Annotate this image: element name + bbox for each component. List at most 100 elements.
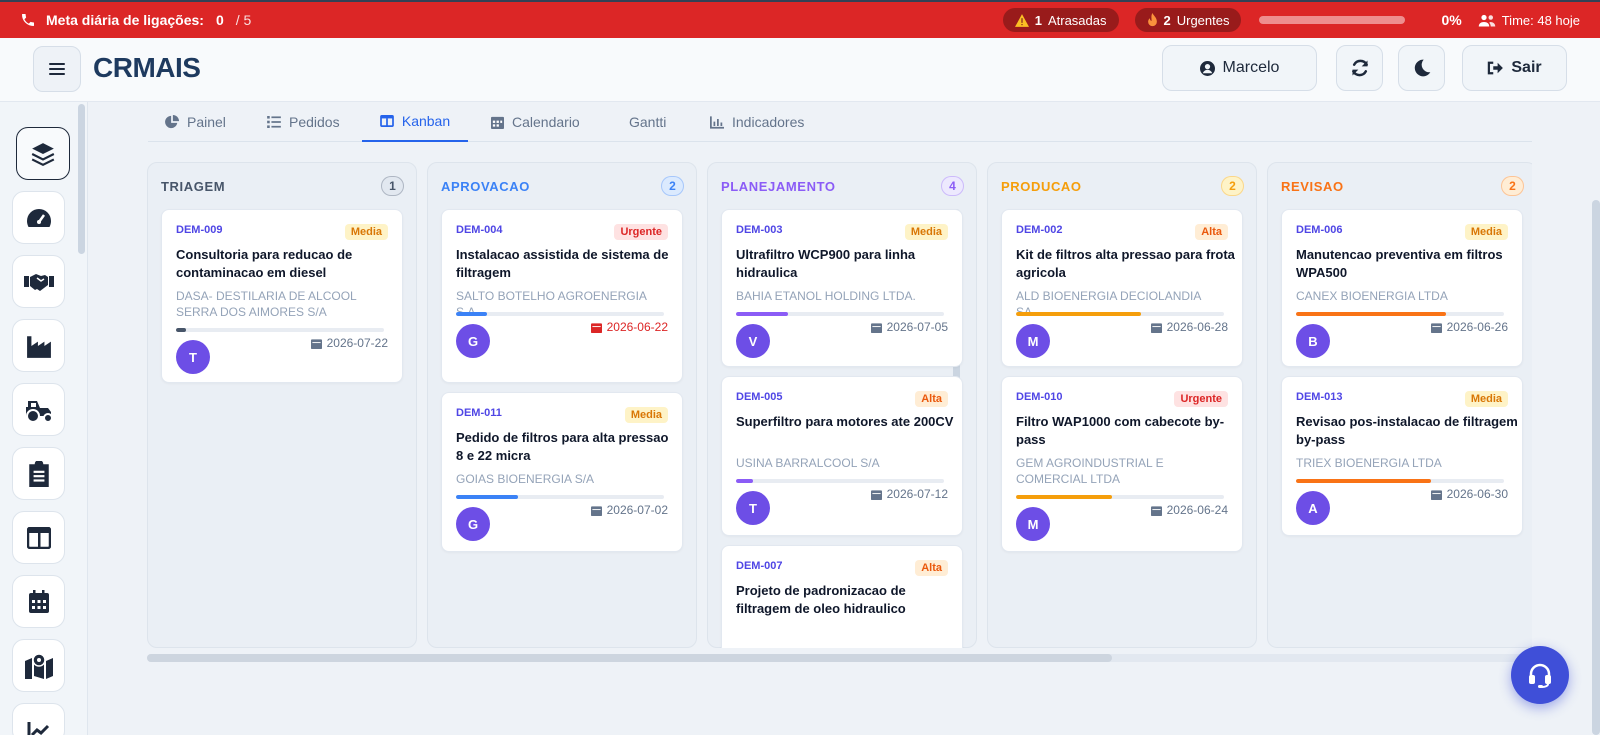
page-scrollbar[interactable] [1592, 200, 1600, 735]
handshake-icon [23, 273, 54, 291]
card-client: GEM AGROINDUSTRIAL E COMERCIAL LTDA [1016, 456, 1164, 486]
kanban-card[interactable]: DEM-006 Media Manutencao preventiva em fil… [1281, 209, 1523, 367]
column-count-badge: 2 [661, 176, 684, 196]
sidebar-item-dashboard[interactable] [12, 191, 65, 244]
view-tabs: Painel Pedidos Kanban Calendario Gantti … [148, 102, 1532, 142]
goal-label: Meta diária de ligações: [46, 12, 204, 28]
assignee-avatar[interactable]: V [736, 324, 770, 358]
column-count-badge: 4 [941, 176, 964, 196]
team-status: Time: 48 hoje [1478, 13, 1580, 28]
team-label: Time: 48 hoje [1501, 12, 1580, 28]
kanban-card[interactable]: DEM-011 Media Pedido de filtros para alta … [441, 392, 683, 552]
sidebar-item-board[interactable] [12, 511, 65, 564]
support-button[interactable] [1511, 646, 1569, 704]
calendar-icon [310, 338, 322, 349]
card-id: DEM-009 [176, 224, 223, 236]
assignee-avatar[interactable]: A [1296, 491, 1330, 525]
refresh-button[interactable] [1336, 45, 1383, 91]
priority-badge: Media [904, 224, 948, 240]
tractor-icon [25, 400, 53, 423]
card-id: DEM-003 [736, 224, 783, 236]
kanban-card[interactable]: DEM-007 Alta Projeto de padronizacao de fi… [721, 545, 963, 648]
tab-label: Gantti [629, 114, 667, 130]
gauge-icon [26, 208, 51, 227]
card-progress-fill [1016, 312, 1141, 316]
calendar-icon [28, 589, 49, 613]
calendar-icon [870, 489, 882, 500]
assignee-avatar[interactable]: G [456, 507, 490, 541]
kanban-board: TRIAGEM 1 DEM-009 Media Consultoria para red… [147, 162, 1532, 648]
sidebar-item-map[interactable] [12, 639, 65, 692]
user-circle-icon [1199, 60, 1215, 76]
kanban-card[interactable]: DEM-013 Media Revisao pos-instalacao de fi… [1281, 376, 1523, 536]
due-date: 2026-06-28 [1150, 320, 1228, 334]
hamburger-icon [49, 63, 65, 75]
kanban-card[interactable]: DEM-004 Urgente Instalacao assistida de si… [441, 209, 683, 383]
due-date-text: 2026-06-22 [606, 320, 668, 334]
assignee-avatar[interactable]: M [1016, 507, 1050, 541]
dark-mode-button[interactable] [1398, 45, 1445, 91]
card-title: Projeto de padronizacao de filtragem de … [736, 583, 906, 616]
assignee-avatar[interactable]: B [1296, 324, 1330, 358]
urgent-badge[interactable]: 2 Urgentes [1134, 8, 1242, 32]
sidebar-item-industry[interactable] [12, 319, 65, 372]
columns-icon [26, 526, 51, 549]
card-progress-fill [1016, 495, 1112, 499]
card-progress-fill [736, 312, 788, 316]
kanban-card[interactable]: DEM-003 Media Ultrafiltro WCP900 para linh… [721, 209, 963, 367]
user-button[interactable]: Marcelo [1162, 45, 1317, 91]
sidebar-item-calendar[interactable] [12, 575, 65, 628]
kanban-column-revisao: REVISAO 2 DEM-006 Media Manutencao preventiv… [1267, 162, 1532, 648]
due-date: 2026-06-26 [1430, 320, 1508, 334]
assignee-avatar[interactable]: M [1016, 324, 1050, 358]
priority-badge: Urgente [614, 224, 668, 240]
priority-badge: Media [1464, 391, 1508, 407]
refresh-icon [1351, 59, 1368, 77]
due-date: 2026-06-22 [590, 320, 668, 334]
priority-badge: Media [344, 224, 388, 240]
tab-label: Painel [187, 114, 226, 130]
tab-indicadores[interactable]: Indicadores [710, 102, 804, 142]
card-progress-fill [1296, 312, 1446, 316]
urgent-count: 2 [1163, 12, 1171, 28]
kanban-card[interactable]: DEM-002 Alta Kit de filtros alta pressao p… [1001, 209, 1243, 367]
card-progress-fill [1296, 479, 1432, 483]
kanban-card[interactable]: DEM-005 Alta Superfiltro para motores ate … [721, 376, 963, 536]
card-progress-bar [1296, 312, 1504, 316]
logout-button[interactable]: Sair [1462, 45, 1567, 91]
due-date-text: 2026-06-28 [1166, 320, 1228, 334]
calendar-icon [590, 322, 602, 333]
due-date: 2026-07-05 [870, 320, 948, 334]
columns-icon [380, 115, 394, 127]
card-title: Instalacao assistida de sistema de filtr… [456, 247, 669, 280]
sidebar-item-tasks[interactable] [12, 447, 65, 500]
late-badge[interactable]: 1 Atrasadas [1002, 8, 1119, 32]
sidebar-item-agro[interactable] [12, 383, 65, 436]
moon-icon [1414, 59, 1430, 77]
card-progress-bar [1016, 495, 1224, 499]
tab-calendario[interactable]: Calendario [491, 102, 580, 142]
assignee-avatar[interactable]: G [456, 324, 490, 358]
goal-progress-bar [1259, 16, 1406, 24]
card-client: GOIAS BIOENERGIA S/A [456, 472, 595, 486]
priority-badge: Urgente [1174, 391, 1228, 407]
tab-kanban[interactable]: Kanban [362, 102, 468, 142]
sidebar-item-layers[interactable] [16, 127, 70, 180]
tab-painel[interactable]: Painel [165, 102, 226, 142]
board-scrollbar-thumb[interactable] [147, 654, 1112, 662]
card-progress-bar [176, 328, 384, 332]
assignee-avatar[interactable]: T [736, 491, 770, 525]
board-scrollbar[interactable] [147, 654, 1532, 662]
kanban-card[interactable]: DEM-009 Media Consultoria para reducao de … [161, 209, 403, 383]
tab-pedidos[interactable]: Pedidos [267, 102, 340, 142]
sidebar-scrollbar[interactable] [78, 104, 85, 254]
due-date-text: 2026-06-26 [1446, 320, 1508, 334]
clipboard-icon [28, 460, 49, 487]
kanban-card[interactable]: DEM-010 Urgente Filtro WAP1000 com cabecot… [1001, 376, 1243, 552]
assignee-avatar[interactable]: T [176, 340, 210, 374]
card-progress-bar [456, 495, 664, 499]
sidebar-item-deals[interactable] [12, 255, 65, 308]
sidebar-item-reports[interactable] [12, 703, 65, 735]
menu-button[interactable] [33, 46, 81, 92]
tab-gantti[interactable]: Gantti [629, 102, 666, 142]
